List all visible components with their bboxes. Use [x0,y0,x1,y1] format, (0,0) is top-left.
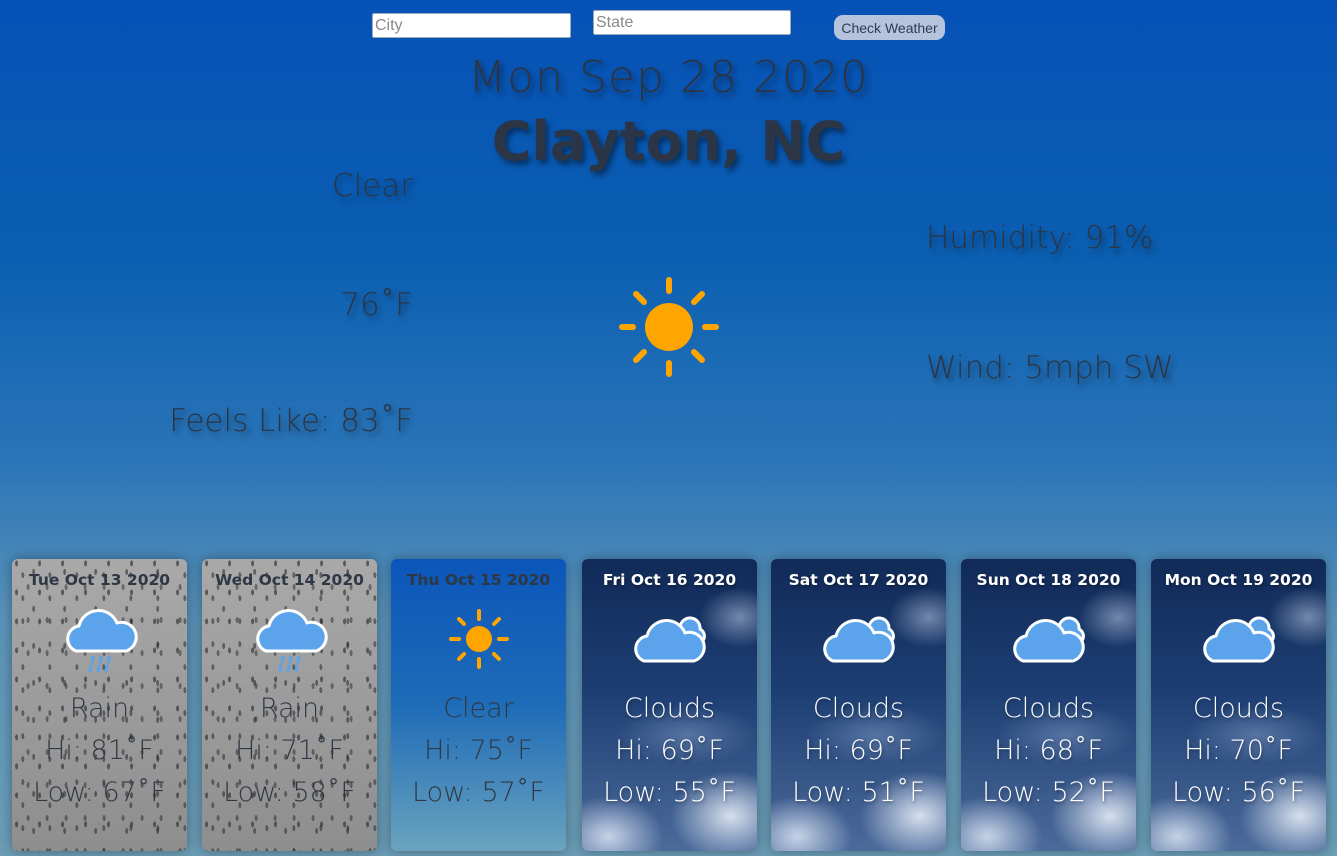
forecast-low: Low: 55˚F [603,777,736,808]
forecast-card: Sat Oct 17 2020 Clouds Hi: 69˚F Low: 51˚F [771,559,946,851]
forecast-low: Low: 51˚F [792,777,925,808]
current-temperature: 76˚F [340,287,413,323]
forecast-card: Wed Oct 14 2020 Rain Hi: 71˚F Low: 58˚F [202,559,377,851]
feels-like: Feels Like: 83˚F [169,403,413,439]
forecast-condition: Rain [259,693,320,724]
forecast-condition: Clear [443,693,514,724]
forecast-condition: Clouds [1192,693,1285,724]
current-condition: Clear [331,168,413,204]
cloud-icon [630,599,710,679]
city-input[interactable] [372,13,571,38]
forecast-high: Hi: 68˚F [994,735,1103,766]
wind: Wind: 5mph SW [926,350,1174,386]
humidity: Humidity: 91% [926,220,1154,256]
forecast-high: Hi: 70˚F [1184,735,1293,766]
cloud-icon [1009,599,1089,679]
forecast-date: Fri Oct 16 2020 [602,571,737,589]
sun-icon [439,599,519,679]
rain-cloud-icon [60,599,140,679]
forecast-card: Tue Oct 13 2020 Rain Hi: 81˚F Low: 67˚F [12,559,187,851]
forecast-date: Thu Oct 15 2020 [406,571,551,589]
forecast-condition: Clouds [1002,693,1095,724]
sun-icon [619,277,719,377]
cloud-icon [819,599,899,679]
forecast-low: Low: 58˚F [223,777,356,808]
forecast-card: Mon Oct 19 2020 Clouds Hi: 70˚F Low: 56˚F [1151,559,1326,851]
forecast-high: Hi: 71˚F [235,735,344,766]
forecast-card: Fri Oct 16 2020 Clouds Hi: 69˚F Low: 55˚F [582,559,757,851]
rain-cloud-icon [250,599,330,679]
forecast-date: Mon Oct 19 2020 [1164,571,1313,589]
forecast-low: Low: 56˚F [1172,777,1305,808]
forecast-high: Hi: 69˚F [804,735,913,766]
location-title: Clayton, NC [491,110,846,173]
forecast-low: Low: 67˚F [33,777,166,808]
forecast-low: Low: 52˚F [982,777,1115,808]
forecast-high: Hi: 81˚F [45,735,154,766]
forecast-condition: Rain [69,693,130,724]
cloud-icon [1199,599,1279,679]
forecast-condition: Clouds [623,693,716,724]
check-weather-button[interactable]: Check Weather [834,15,945,40]
forecast-high: Hi: 69˚F [615,735,724,766]
state-input[interactable] [593,10,791,35]
forecast-date: Sat Oct 17 2020 [788,571,929,589]
forecast-high: Hi: 75˚F [424,735,533,766]
forecast-date: Wed Oct 14 2020 [215,571,364,589]
forecast-card: Thu Oct 15 2020 Clear Hi: 75˚F Low: 57˚F [391,559,566,851]
forecast-low: Low: 57˚F [412,777,545,808]
forecast-condition: Clouds [812,693,905,724]
current-date: Mon Sep 28 2020 [468,52,869,103]
forecast-date: Sun Oct 18 2020 [976,571,1121,589]
forecast-date: Tue Oct 13 2020 [28,571,171,589]
forecast-card: Sun Oct 18 2020 Clouds Hi: 68˚F Low: 52˚F [961,559,1136,851]
